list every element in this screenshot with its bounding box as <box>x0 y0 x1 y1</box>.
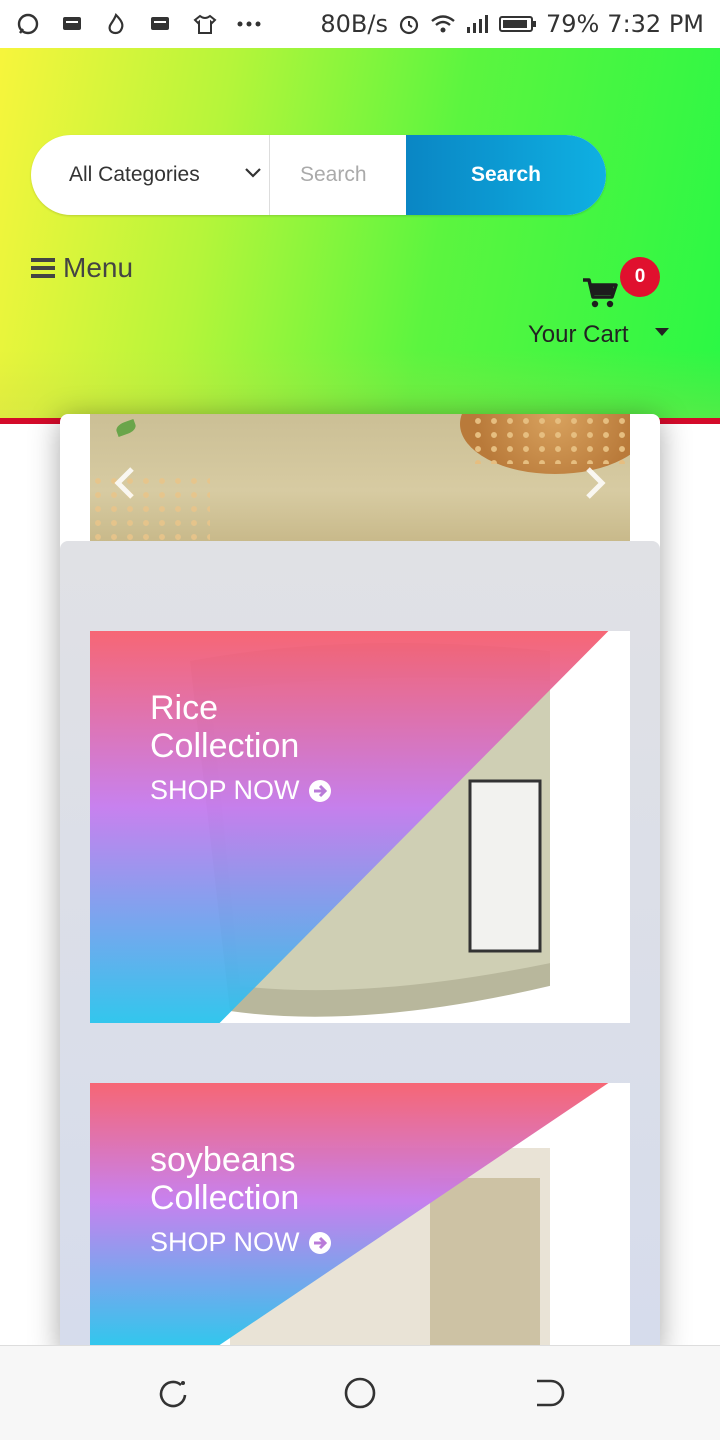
hero-carousel[interactable] <box>90 414 630 542</box>
hamburger-icon <box>31 258 55 278</box>
chevron-down-icon <box>245 168 261 178</box>
alarm-icon <box>399 15 419 35</box>
shop-now-label: SHOP NOW <box>150 775 300 805</box>
recent-apps-icon[interactable] <box>153 1373 193 1413</box>
cart-button[interactable]: 0 Your Cart <box>528 255 678 355</box>
rice-shop-now-link[interactable]: SHOP NOW <box>150 775 332 806</box>
home-icon[interactable] <box>340 1373 380 1413</box>
site-header <box>0 48 720 420</box>
back-icon[interactable] <box>527 1373 567 1413</box>
flame-icon <box>108 13 124 35</box>
status-bar: 80B/s 79% 7:32 PM <box>0 0 720 48</box>
search-input[interactable] <box>270 135 406 215</box>
network-speed: 80B/s <box>320 10 388 38</box>
message-icon <box>151 17 169 30</box>
shop-now-label: SHOP NOW <box>150 1227 300 1257</box>
search-bar: All Categories Search <box>31 135 606 215</box>
cart-count-badge: 0 <box>620 257 660 297</box>
battery-percent: 79% <box>545 10 600 38</box>
rice-collection-title: Rice Collection <box>150 689 300 765</box>
category-select-value: All Categories <box>69 163 200 186</box>
signal-icon <box>466 15 488 33</box>
system-nav-bar <box>0 1345 720 1440</box>
clock: 7:32 PM <box>607 10 704 38</box>
more-icon <box>237 21 261 27</box>
chat-icon <box>17 13 39 35</box>
rice-collection-banner[interactable]: Rice Collection SHOP NOW <box>90 631 630 1023</box>
search-button[interactable]: Search <box>406 135 606 215</box>
arrow-circle-right-icon <box>308 1231 331 1254</box>
carousel-next-icon[interactable] <box>580 466 610 500</box>
carousel-prev-icon[interactable] <box>110 466 140 500</box>
menu-label: Menu <box>63 252 134 283</box>
message-icon <box>63 17 81 30</box>
shopping-cart-icon <box>583 278 618 308</box>
arrow-circle-right-icon <box>308 779 331 802</box>
wifi-icon <box>431 15 455 33</box>
cart-label: Your Cart <box>528 321 629 348</box>
soybeans-collection-banner[interactable]: soybeans Collection SHOP NOW <box>90 1083 630 1345</box>
shirt-icon <box>193 14 217 34</box>
battery-icon <box>498 16 536 32</box>
soybeans-shop-now-link[interactable]: SHOP NOW <box>150 1227 332 1258</box>
category-select[interactable]: All Categories <box>31 135 270 215</box>
caret-down-icon[interactable] <box>655 328 669 336</box>
menu-button[interactable]: Menu <box>31 252 133 284</box>
soybeans-collection-title: soybeans Collection <box>150 1141 300 1217</box>
